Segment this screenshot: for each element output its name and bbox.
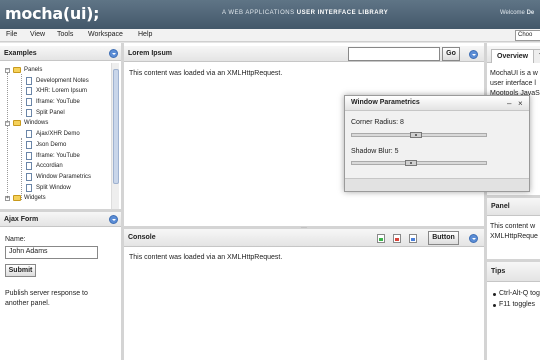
logo: mocha(ui); [5, 4, 100, 23]
bullet-icon [493, 293, 496, 296]
shadow-blur-label: Shadow Blur: 5 [351, 148, 399, 155]
tagline: A WEB APPLICATIONS USER INTERFACE LIBRAR… [222, 10, 389, 16]
lorem-ipsum-title: Lorem Ipsum [128, 50, 172, 57]
name-field[interactable]: John Adams [5, 246, 98, 259]
corner-radius-handle[interactable] [410, 132, 422, 138]
tree-item-widgets[interactable]: + Widgets [4, 193, 110, 204]
blue-document-icon[interactable] [409, 234, 417, 243]
panel-header: Panel [487, 198, 540, 216]
submit-button[interactable]: Submit [5, 264, 36, 277]
tab-second[interactable]: Y [533, 49, 540, 63]
document-icon [26, 172, 32, 181]
document-icon [26, 98, 32, 107]
welcome-text: Welcome De [500, 10, 535, 16]
shadow-blur-slider[interactable] [351, 160, 487, 166]
menu-help[interactable]: Help [138, 31, 152, 38]
document-icon [26, 130, 32, 139]
window-footer [345, 178, 529, 191]
document-icon [26, 162, 32, 171]
window-parametrics[interactable]: Window Parametrics – × Corner Radius: 8 … [344, 95, 530, 192]
green-document-icon[interactable] [377, 234, 385, 243]
console-button[interactable]: Button [428, 231, 459, 245]
console-title: Console [128, 234, 156, 241]
document-icon [26, 151, 32, 160]
expand-toggle-icon[interactable]: + [5, 196, 10, 202]
app-header: mocha(ui); A WEB APPLICATIONS USER INTER… [0, 0, 540, 29]
close-icon[interactable]: × [518, 99, 523, 108]
menu-view[interactable]: View [30, 31, 45, 38]
tree-item-iframe-youtube-2[interactable]: Iframe: YouTube [4, 151, 110, 162]
scrollbar-thumb[interactable] [113, 69, 119, 184]
corner-radius-slider[interactable] [351, 132, 487, 138]
document-icon [26, 183, 32, 192]
tree-item-split-window[interactable]: Split Window [4, 183, 110, 194]
theme-select[interactable]: Choo [515, 30, 540, 41]
tree-item-iframe-youtube[interactable]: Iframe: YouTube [4, 97, 110, 108]
main-column [124, 43, 484, 360]
examples-title: Examples [4, 50, 37, 57]
collapse-toggle-icon[interactable]: − [5, 68, 10, 73]
tree-item-ajax-xhr-demo[interactable]: Ajax/XHR Demo [4, 129, 110, 140]
ajax-form-title: Ajax Form [4, 216, 39, 223]
collapse-console-icon[interactable] [469, 234, 478, 243]
tree-item-split-panel[interactable]: Split Panel [4, 108, 110, 119]
minimize-icon[interactable]: – [507, 99, 511, 108]
folder-icon [13, 67, 21, 73]
document-icon [26, 87, 32, 96]
tip-item: F11 toggles [499, 301, 536, 308]
examples-scrollbar[interactable] [111, 63, 119, 209]
examples-header: Examples [0, 46, 121, 61]
collapse-toggle-icon[interactable]: − [5, 121, 10, 127]
tips-title: Tips [491, 268, 506, 275]
tree-item-json-demo[interactable]: Json Demo [4, 140, 110, 151]
tree-item-development-notes[interactable]: Development Notes [4, 76, 110, 87]
collapse-lorem-ipsum-icon[interactable] [469, 50, 478, 59]
menu-workspace[interactable]: Workspace [88, 31, 123, 38]
ajax-form-description: Publish server response to another panel… [5, 290, 88, 307]
search-input[interactable] [348, 47, 440, 61]
tree-item-panels[interactable]: − Panels [4, 65, 110, 76]
window-title: Window Parametrics [351, 99, 420, 106]
collapse-examples-icon[interactable] [109, 49, 118, 58]
name-label: Name: [5, 236, 26, 243]
corner-radius-label: Corner Radius: 8 [351, 119, 404, 126]
examples-tree: − Panels Development Notes XHR: Lorem Ip… [4, 65, 110, 210]
tree-item-windows[interactable]: − Windows [4, 118, 110, 129]
document-icon [26, 76, 32, 85]
red-document-icon[interactable] [393, 234, 401, 243]
window-titlebar[interactable]: Window Parametrics [345, 96, 529, 111]
tree-item-xhr-lorem-ipsum[interactable]: XHR: Lorem Ipsum [4, 86, 110, 97]
document-icon [26, 140, 32, 149]
tab-overview[interactable]: Overview [491, 49, 535, 63]
folder-icon [13, 195, 21, 202]
tip-item: Ctrl-Alt-Q togg [499, 290, 540, 297]
tree-item-window-parametrics[interactable]: Window Parametrics [4, 172, 110, 183]
ajax-form-header: Ajax Form [0, 212, 121, 227]
collapse-ajax-form-icon[interactable] [109, 215, 118, 224]
go-button[interactable]: Go [442, 47, 460, 61]
panel-content: This content w XMLHttpReque [490, 223, 538, 240]
folder-icon [13, 120, 21, 127]
menu-tools[interactable]: Tools [57, 31, 73, 38]
bullet-icon [493, 304, 496, 307]
shadow-blur-handle[interactable] [405, 160, 417, 166]
right-tabs: Overview Y [487, 47, 540, 63]
menu-bar: File View Tools Workspace Help [0, 29, 540, 42]
tips-header: Tips [487, 262, 540, 282]
lorem-ipsum-content: This content was loaded via an XMLHttpRe… [129, 70, 283, 77]
menu-file[interactable]: File [6, 31, 17, 38]
panel-title: Panel [491, 203, 510, 210]
console-content: This content was loaded via an XMLHttpRe… [129, 254, 283, 261]
tree-item-accordian[interactable]: Accordian [4, 161, 110, 172]
document-icon [26, 108, 32, 117]
